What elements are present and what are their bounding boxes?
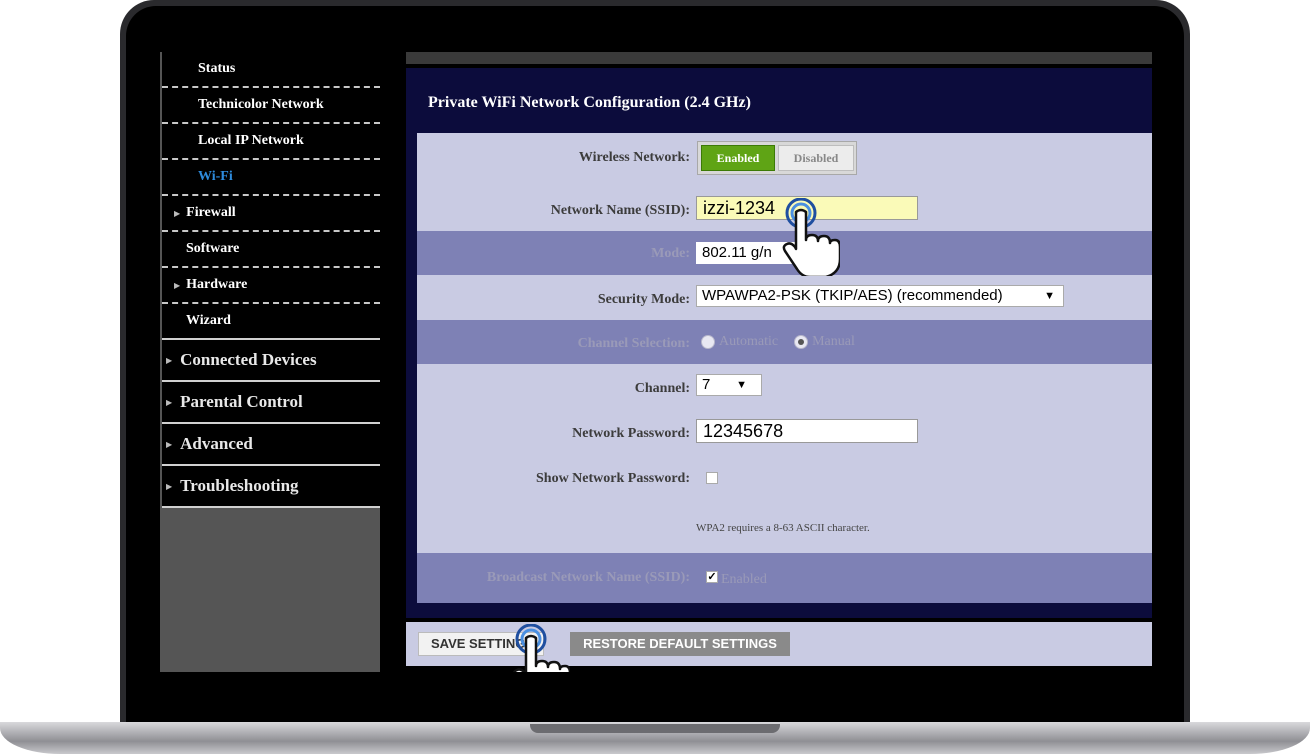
- page-title: Private WiFi Network Configuration (2.4 …: [428, 94, 751, 111]
- automatic-radio[interactable]: [701, 335, 715, 350]
- sidebar: Status Technicolor Network Local IP Netw…: [160, 52, 380, 672]
- sidebar-item-parental-control[interactable]: ▶ Parental Control: [162, 382, 380, 424]
- channel-value: 7: [702, 376, 711, 393]
- password-input[interactable]: 12345678: [696, 419, 918, 443]
- sidebar-item-label: Firewall: [186, 205, 236, 220]
- chevron-right-icon: ▶: [174, 209, 181, 218]
- sidebar-item-troubleshooting[interactable]: ▶ Troubleshooting: [162, 466, 380, 508]
- automatic-radio-label: Automatic: [719, 334, 779, 350]
- sidebar-item-label: Technicolor Network: [198, 97, 324, 112]
- chevron-down-icon: ▼: [736, 379, 747, 391]
- row-security-mode: Security Mode: WPAWPA2-PSK (TKIP/AES) (r…: [417, 275, 1152, 320]
- sidebar-item-hardware[interactable]: ▶ Hardware: [162, 268, 380, 304]
- chevron-right-icon: ▶: [166, 440, 173, 449]
- sidebar-item-label: Status: [198, 61, 236, 76]
- wifi-config-panel: Private WiFi Network Configuration (2.4 …: [406, 68, 1152, 618]
- main-top-strip: [406, 52, 1152, 64]
- chevron-right-icon: ▶: [166, 356, 173, 365]
- sidebar-item-label: Hardware: [186, 277, 248, 292]
- sidebar-item-advanced[interactable]: ▶ Advanced: [162, 424, 380, 466]
- ssid-label: Network Name (SSID):: [550, 203, 690, 218]
- sidebar-item-status[interactable]: Status: [162, 52, 380, 88]
- wireless-network-toggle: Enabled Disabled: [697, 141, 857, 175]
- manual-radio[interactable]: [794, 335, 809, 350]
- sidebar-item-label: Advanced: [180, 434, 253, 453]
- manual-radio-label: Manual: [812, 334, 855, 350]
- row-channel-selection: Channel Selection: Automatic Manual: [417, 320, 1152, 364]
- row-wireless-network: Wireless Network: Enabled Disabled: [417, 133, 1152, 185]
- sidebar-item-firewall[interactable]: ▶ Firewall: [162, 196, 380, 232]
- enabled-button[interactable]: Enabled: [701, 145, 775, 171]
- security-mode-value: WPAWPA2-PSK (TKIP/AES) (recommended): [702, 287, 1003, 304]
- disabled-button[interactable]: Disabled: [778, 145, 854, 171]
- row-channel: Channel: 7 ▼: [417, 364, 1152, 410]
- sidebar-item-software[interactable]: Software: [162, 232, 380, 268]
- password-label: Network Password:: [572, 426, 690, 441]
- security-mode-label: Security Mode:: [597, 292, 690, 307]
- sidebar-item-wizard[interactable]: Wizard: [162, 304, 380, 340]
- pointer-hand-icon: [782, 198, 840, 276]
- sidebar-item-label: Wizard: [186, 313, 231, 328]
- sidebar-item-label: Connected Devices: [180, 350, 317, 369]
- row-show-password: Show Network Password:: [417, 456, 1152, 500]
- chevron-right-icon: ▶: [174, 281, 181, 290]
- sidebar-item-label: Troubleshooting: [180, 476, 299, 495]
- row-password: Network Password: 12345678: [417, 410, 1152, 456]
- password-hint: WPA2 requires a 8-63 ASCII character.: [696, 522, 870, 534]
- broadcast-checkbox-label: Enabled: [721, 572, 767, 587]
- sidebar-item-label: Parental Control: [180, 392, 303, 411]
- sidebar-item-wifi[interactable]: Wi-Fi: [162, 160, 380, 196]
- sidebar-item-label: Local IP Network: [198, 133, 304, 148]
- chevron-right-icon: ▶: [166, 398, 173, 407]
- sidebar-menu: Status Technicolor Network Local IP Netw…: [162, 52, 380, 508]
- chevron-right-icon: ▶: [166, 482, 173, 491]
- sidebar-item-label: Software: [186, 241, 240, 256]
- sidebar-item-local-ip-network[interactable]: Local IP Network: [162, 124, 380, 160]
- row-broadcast: Broadcast Network Name (SSID): ✓ Enabled: [417, 553, 1152, 603]
- broadcast-checkbox[interactable]: ✓: [706, 571, 718, 583]
- laptop-notch: [530, 724, 780, 733]
- security-mode-select[interactable]: WPAWPA2-PSK (TKIP/AES) (recommended) ▼: [696, 285, 1064, 307]
- wireless-network-label: Wireless Network:: [578, 150, 690, 165]
- broadcast-label: Broadcast Network Name (SSID):: [486, 570, 690, 585]
- chevron-down-icon: ▼: [1044, 290, 1055, 302]
- channel-select[interactable]: 7 ▼: [696, 374, 762, 396]
- channel-selection-label: Channel Selection:: [577, 336, 690, 351]
- mode-label: Mode:: [651, 246, 690, 261]
- router-admin-screen: Status Technicolor Network Local IP Netw…: [160, 52, 1152, 672]
- show-password-label: Show Network Password:: [536, 471, 690, 486]
- sidebar-item-technicolor-network[interactable]: Technicolor Network: [162, 88, 380, 124]
- restore-default-settings-button[interactable]: RESTORE DEFAULT SETTINGS: [570, 632, 790, 656]
- channel-label: Channel:: [634, 381, 690, 396]
- pointer-hand-icon: [512, 624, 570, 672]
- row-hint: WPA2 requires a 8-63 ASCII character.: [417, 500, 1152, 553]
- sidebar-item-connected-devices[interactable]: ▶ Connected Devices: [162, 340, 380, 382]
- sidebar-item-label: Wi-Fi: [198, 169, 233, 184]
- show-password-checkbox[interactable]: [706, 472, 718, 484]
- channel-selection-radios: Automatic Manual: [701, 333, 867, 351]
